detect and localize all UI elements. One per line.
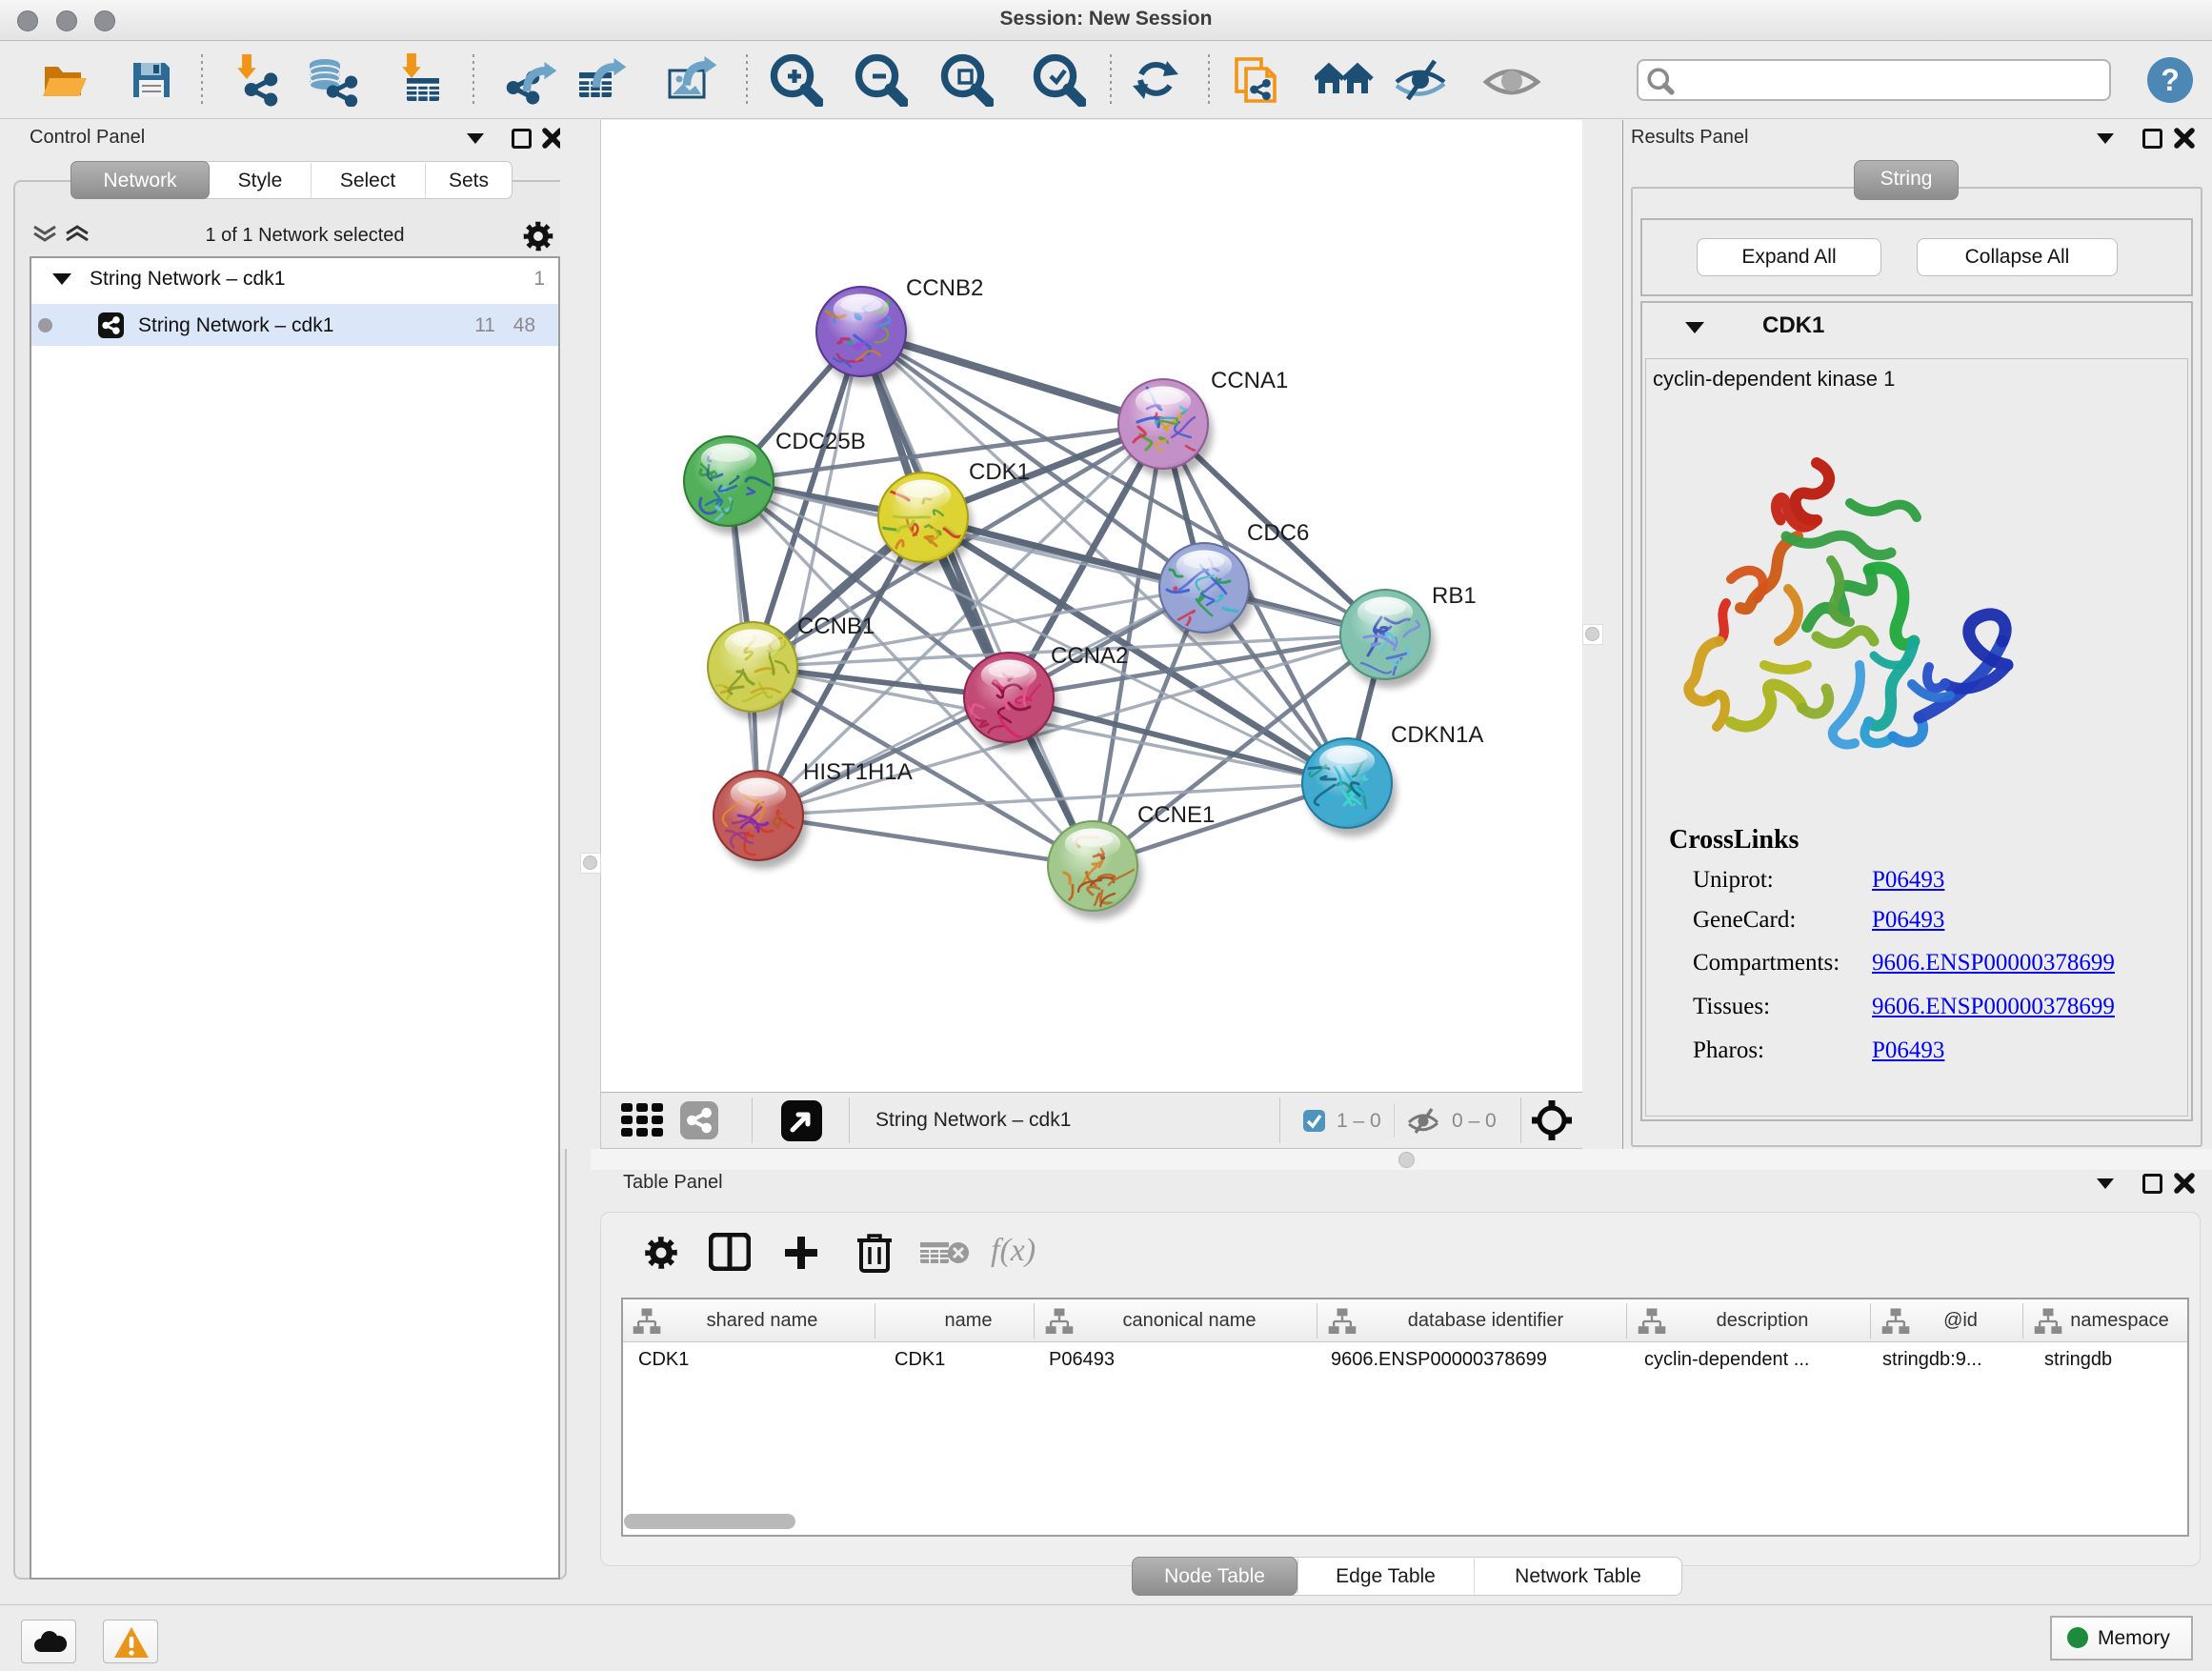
svg-text:RB1: RB1	[1432, 583, 1477, 609]
svg-text:CCNA1: CCNA1	[1211, 368, 1288, 393]
svg-text:CDC25B: CDC25B	[775, 429, 866, 454]
svg-text:CDK1: CDK1	[969, 459, 1030, 485]
svg-text:?: ?	[2161, 63, 2180, 97]
svg-text:CCNB1: CCNB1	[797, 614, 875, 639]
svg-text:CDKN1A: CDKN1A	[1391, 722, 1483, 748]
svg-text:CCNA2: CCNA2	[1051, 643, 1128, 669]
svg-text:HIST1H1A: HIST1H1A	[803, 759, 913, 785]
svg-text:CCNE1: CCNE1	[1137, 802, 1215, 828]
svg-text:CCNB2: CCNB2	[906, 275, 983, 301]
svg-text:CDC6: CDC6	[1247, 520, 1309, 546]
